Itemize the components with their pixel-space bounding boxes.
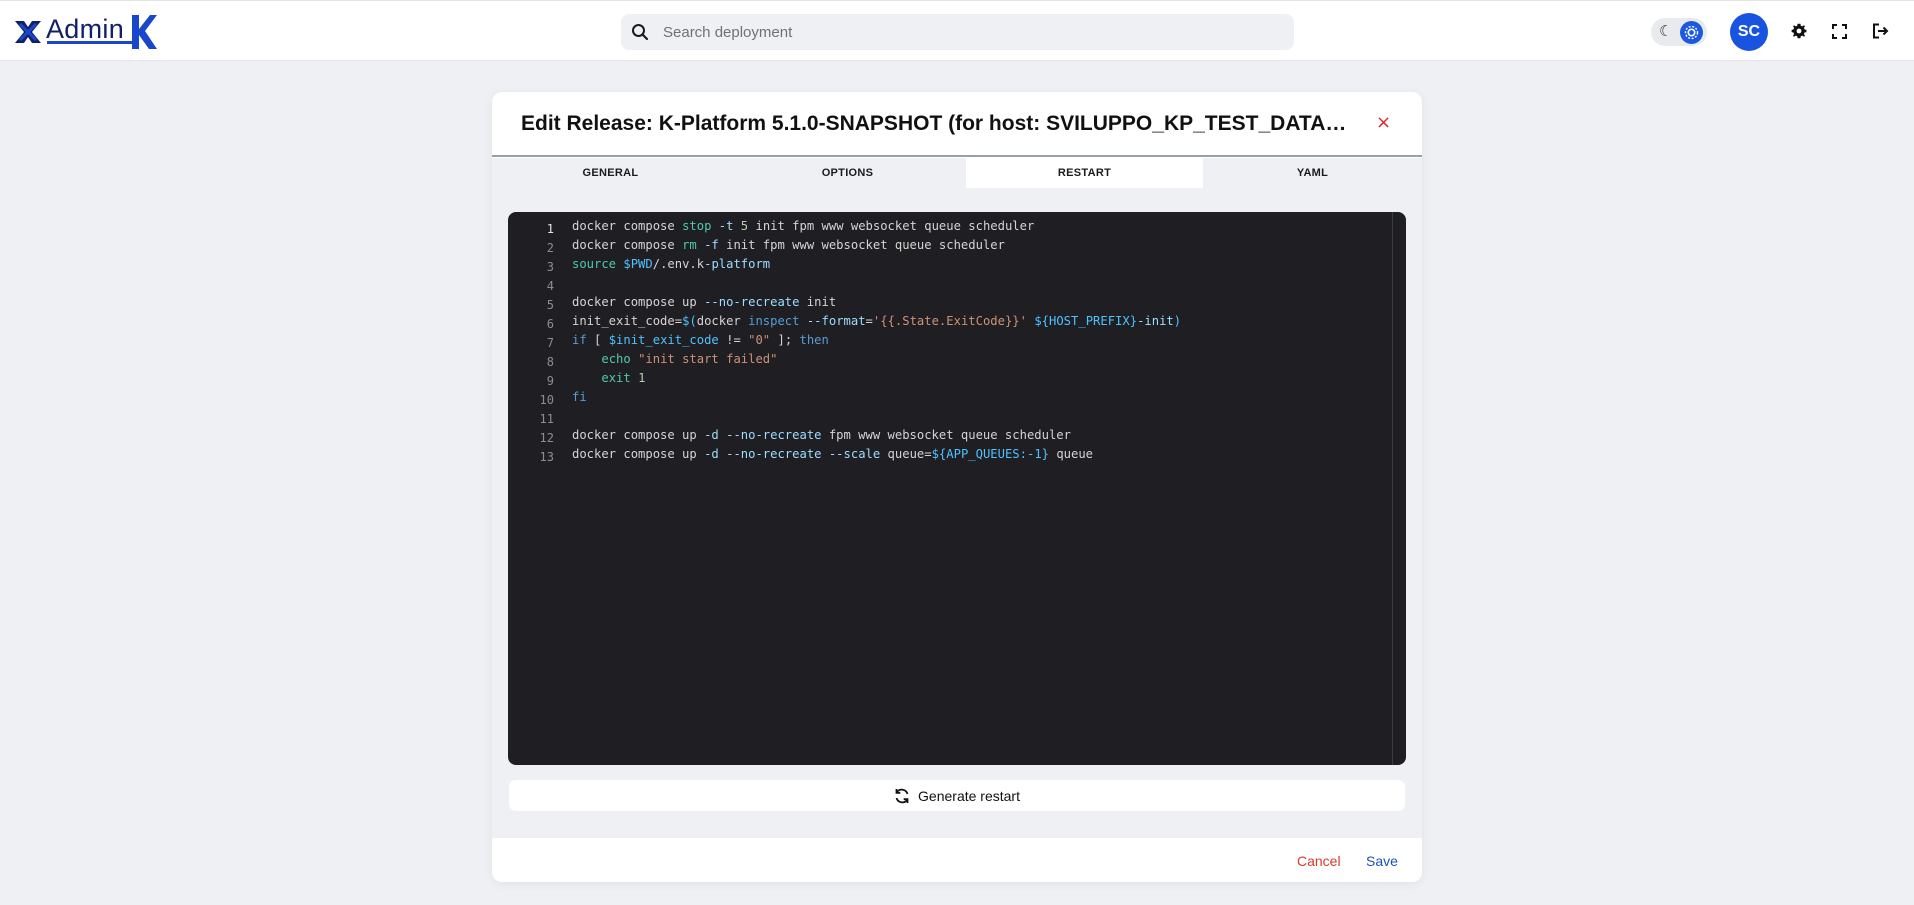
- code-editor[interactable]: 1 2 3 4 5 6 7 8 9 10 11 12 13 docker com…: [508, 212, 1406, 765]
- app-logo[interactable]: Admin: [12, 11, 158, 53]
- generate-restart-button[interactable]: Generate restart: [509, 780, 1405, 811]
- code-line[interactable]: docker compose stop -t 5 init fpm www we…: [572, 219, 1034, 238]
- search-bar[interactable]: [621, 14, 1294, 50]
- gear-icon: [1791, 23, 1807, 39]
- modal-footer: Cancel Save: [492, 838, 1422, 882]
- modal-title: Edit Release: K-Platform 5.1.0-SNAPSHOT …: [521, 112, 1351, 135]
- editor-scrollbar[interactable]: [1392, 212, 1393, 765]
- line-number: 13: [539, 450, 554, 464]
- fullscreen-icon: [1831, 23, 1847, 39]
- edit-release-modal: Edit Release: K-Platform 5.1.0-SNAPSHOT …: [492, 92, 1422, 882]
- modal-body: 1 2 3 4 5 6 7 8 9 10 11 12 13 docker com…: [492, 188, 1422, 838]
- line-number: 5: [546, 298, 554, 312]
- code-line[interactable]: docker compose up -d --no-recreate fpm w…: [572, 428, 1071, 447]
- top-bar: Admin ☾ SC: [0, 0, 1914, 61]
- search-icon: [632, 24, 649, 41]
- fullscreen-button[interactable]: [1828, 20, 1850, 42]
- cancel-button[interactable]: Cancel: [1297, 853, 1341, 869]
- logo-k-icon: [132, 15, 158, 49]
- line-number: 6: [546, 317, 554, 331]
- line-number: 4: [546, 279, 554, 293]
- code-line[interactable]: docker compose rm -f init fpm www websoc…: [572, 238, 1005, 257]
- tab-options[interactable]: OPTIONS: [729, 158, 966, 188]
- logo-underline: [47, 41, 139, 44]
- sun-icon: [1680, 21, 1703, 44]
- line-number: 10: [539, 393, 554, 407]
- tab-general[interactable]: GENERAL: [492, 158, 729, 188]
- line-number: 8: [546, 355, 554, 369]
- code-line[interactable]: fi: [572, 390, 587, 409]
- code-line[interactable]: source $PWD/.env.k-platform: [572, 257, 770, 276]
- line-number: 9: [546, 374, 554, 388]
- line-number: 12: [539, 431, 554, 445]
- avatar[interactable]: SC: [1730, 13, 1768, 51]
- close-icon[interactable]: ×: [1376, 112, 1391, 133]
- logout-icon: [1872, 23, 1888, 39]
- line-number: 1: [546, 222, 554, 236]
- code-line[interactable]: docker compose up --no-recreate init: [572, 295, 836, 314]
- theme-toggle[interactable]: ☾: [1651, 18, 1707, 46]
- refresh-icon: [895, 788, 909, 803]
- code-line[interactable]: docker compose up -d --no-recreate --sca…: [572, 447, 1093, 466]
- code-line[interactable]: exit 1: [572, 371, 645, 390]
- tab-yaml[interactable]: YAML: [1203, 158, 1422, 188]
- line-number: 11: [539, 412, 554, 426]
- code-line[interactable]: echo "init start failed": [572, 352, 777, 371]
- line-number: 2: [546, 241, 554, 255]
- logo-text: Admin: [46, 13, 125, 44]
- tab-bar: GENERAL OPTIONS RESTART YAML: [492, 158, 1422, 188]
- logout-button[interactable]: [1869, 20, 1891, 42]
- search-input[interactable]: [663, 23, 1263, 41]
- code-line[interactable]: if [ $init_exit_code != "0" ]; then: [572, 333, 829, 352]
- generate-restart-label: Generate restart: [918, 787, 1020, 804]
- settings-button[interactable]: [1788, 20, 1810, 42]
- line-gutter: 1 2 3 4 5 6 7 8 9 10 11 12 13: [508, 212, 564, 765]
- save-button[interactable]: Save: [1366, 853, 1398, 869]
- code-line[interactable]: init_exit_code=$(docker inspect --format…: [572, 314, 1181, 333]
- tab-restart[interactable]: RESTART: [966, 158, 1203, 188]
- line-number: 7: [546, 336, 554, 350]
- logo-x-icon: [15, 21, 41, 43]
- moon-icon: ☾: [1659, 22, 1673, 40]
- modal-header: Edit Release: K-Platform 5.1.0-SNAPSHOT …: [492, 92, 1422, 157]
- line-number: 3: [546, 260, 554, 274]
